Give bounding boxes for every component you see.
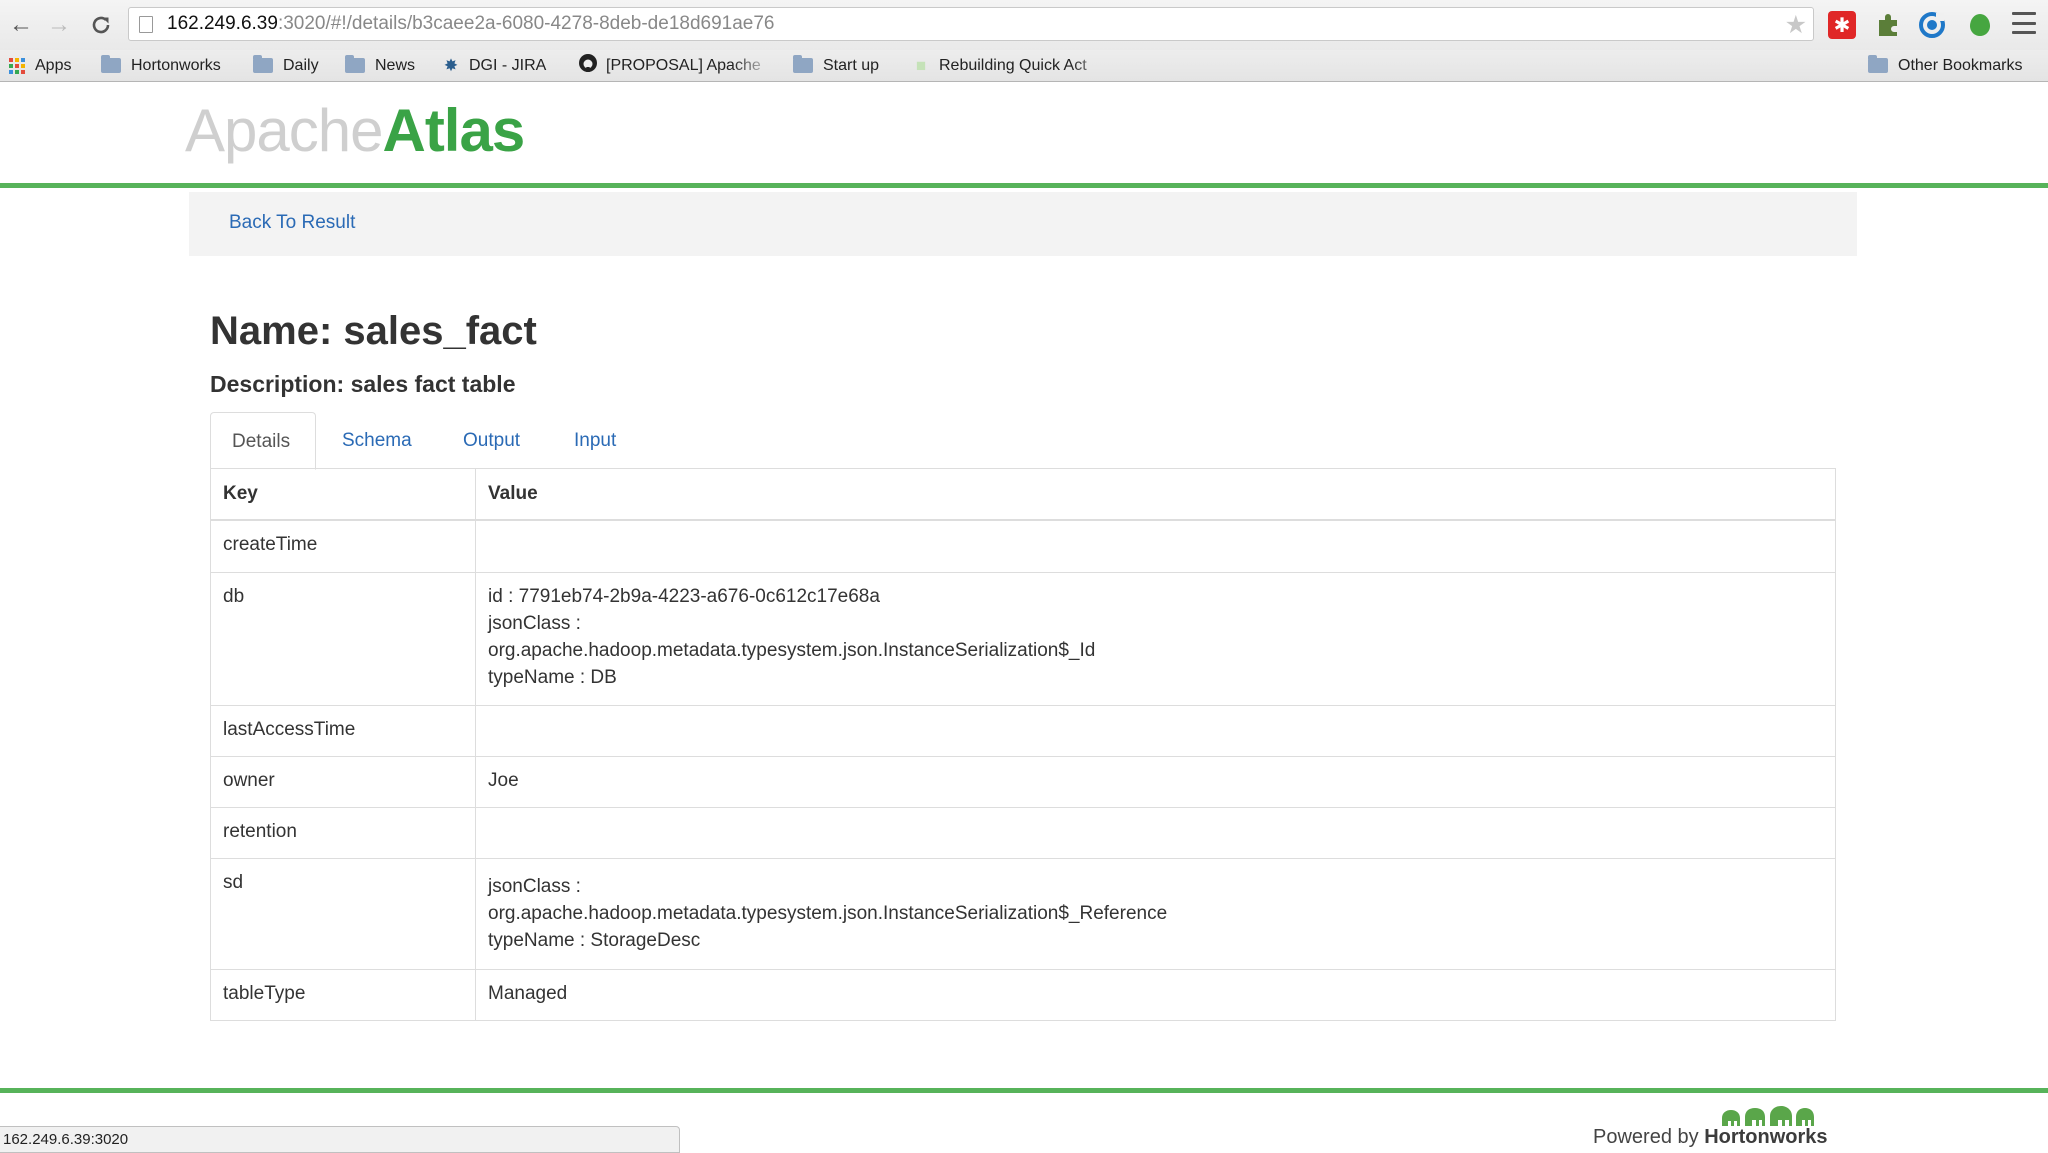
bookmark-news[interactable]: News xyxy=(345,50,415,81)
row-key: sd xyxy=(211,859,476,969)
header-divider xyxy=(0,183,2048,188)
table-row: createTime xyxy=(211,521,1835,572)
bookmark-start-up[interactable]: Start up xyxy=(793,50,879,81)
row-key: lastAccessTime xyxy=(211,706,476,756)
page-icon xyxy=(139,16,153,33)
entity-description: Description: sales fact table xyxy=(210,371,516,397)
back-to-result-link[interactable]: Back To Result xyxy=(229,212,355,234)
jira-icon: ✸ xyxy=(443,55,459,75)
row-value: Managed xyxy=(488,983,568,1004)
row-key: tableType xyxy=(211,970,476,1020)
bookmark-hortonworks[interactable]: Hortonworks xyxy=(101,50,221,81)
back-arrow-icon[interactable]: ← xyxy=(6,10,36,40)
bookmark-other-bookmarks[interactable]: Other Bookmarks xyxy=(1868,50,2022,81)
table-row: db id : 7791eb74-2b9a-4223-a676-0c612c17… xyxy=(211,572,1835,705)
row-value: id : 7791eb74-2b9a-4223-a676-0c612c17e68… xyxy=(476,573,1835,705)
browser-menu-icon[interactable] xyxy=(2012,12,2036,34)
folder-icon xyxy=(793,55,813,73)
table-row: retention xyxy=(211,807,1835,858)
details-table: Key Value createTime db id : 7791eb74-2b… xyxy=(210,468,1836,1021)
page-favicon-icon: ■ xyxy=(915,55,927,75)
row-value xyxy=(476,521,1835,572)
extension-puzzle-icon[interactable] xyxy=(1874,11,1902,39)
bookmark-label: Apps xyxy=(35,56,72,74)
extension-refresh-icon[interactable] xyxy=(1918,11,1946,39)
address-bar-url: 162.249.6.39:3020/#!/details/b3caee2a-60… xyxy=(167,13,775,34)
row-key: retention xyxy=(211,808,476,858)
folder-icon xyxy=(101,55,121,73)
value-line: typeName : DB xyxy=(488,667,617,688)
reload-icon[interactable] xyxy=(86,10,116,40)
tab-details[interactable]: Details xyxy=(210,412,316,470)
value-line: id : 7791eb74-2b9a-4223-a676-0c612c17e68… xyxy=(488,586,880,607)
bookmark-label: Start up xyxy=(823,56,880,74)
bookmark-proposal-apache[interactable]: [PROPOSAL] Apache xyxy=(578,50,774,81)
table-row: tableType Managed xyxy=(211,969,1835,1020)
value-line: org.apache.hadoop.metadata.typesystem.js… xyxy=(488,640,1096,661)
bookmark-star-icon[interactable]: ★ xyxy=(1785,10,1807,40)
table-header-row: Key Value xyxy=(211,469,1835,521)
bookmark-dgi-jira[interactable]: ✸ DGI - JIRA xyxy=(441,50,546,81)
bookmark-label: Daily xyxy=(283,56,319,74)
evernote-icon[interactable] xyxy=(1966,11,1994,39)
bookmark-label: Rebuilding Quick Act xyxy=(939,56,1087,74)
row-key: owner xyxy=(211,757,476,807)
bookmark-apps[interactable]: Apps xyxy=(9,50,71,81)
forward-arrow-icon[interactable]: → xyxy=(44,10,74,40)
row-value: jsonClass : org.apache.hadoop.metadata.t… xyxy=(476,859,1835,969)
logo-atlas-text: Atlas xyxy=(382,97,526,164)
value-line: jsonClass : xyxy=(488,876,581,897)
bookmark-rebuilding-quick-act[interactable]: ■ Rebuilding Quick Act xyxy=(911,50,1115,81)
powered-by-footer[interactable]: Powered by Hortonworks xyxy=(1593,1126,1828,1149)
tab-output[interactable]: Output xyxy=(463,412,520,469)
hortonworks-elephants-logo xyxy=(1722,1106,1814,1126)
address-bar[interactable]: 162.249.6.39:3020/#!/details/b3caee2a-60… xyxy=(128,7,1814,41)
bookmarks-bar: Apps Hortonworks Daily News ✸ DGI - JIRA… xyxy=(0,50,2048,82)
value-line: jsonClass : xyxy=(488,613,581,634)
bookmark-label: DGI - JIRA xyxy=(469,56,547,74)
column-header-key: Key xyxy=(211,469,476,519)
row-value xyxy=(476,706,1835,756)
tab-input[interactable]: Input xyxy=(574,412,616,469)
tab-schema[interactable]: Schema xyxy=(342,412,412,469)
bookmark-label: [PROPOSAL] Apache xyxy=(606,56,761,74)
column-header-value: Value xyxy=(488,483,538,504)
browser-toolbar: ← → 162.249.6.39:3020/#!/details/b3caee2… xyxy=(0,0,2048,50)
browser-status-bubble: 162.249.6.39:3020 xyxy=(0,1126,680,1153)
value-line: typeName : StorageDesc xyxy=(488,930,701,951)
apache-atlas-logo[interactable]: ApacheAtlas xyxy=(185,96,526,166)
table-row: owner Joe xyxy=(211,756,1835,807)
row-key: createTime xyxy=(211,521,476,572)
extension-red-icon[interactable]: ✱ xyxy=(1828,11,1856,39)
table-row: sd jsonClass : org.apache.hadoop.metadat… xyxy=(211,858,1835,969)
row-key: db xyxy=(211,573,476,705)
table-row: lastAccessTime xyxy=(211,705,1835,756)
value-line: org.apache.hadoop.metadata.typesystem.js… xyxy=(488,903,1168,924)
apps-grid-icon xyxy=(9,57,25,74)
logo-apache-text: Apache xyxy=(185,97,383,164)
powered-by-text: Powered by xyxy=(1593,1126,1699,1148)
folder-icon xyxy=(253,55,273,73)
folder-icon xyxy=(1868,55,1888,73)
footer-divider xyxy=(0,1088,2048,1093)
folder-icon xyxy=(345,55,365,73)
row-value xyxy=(476,808,1835,858)
bookmark-label: Other Bookmarks xyxy=(1898,56,2023,74)
bookmark-label: Hortonworks xyxy=(131,56,221,74)
bookmark-daily[interactable]: Daily xyxy=(253,50,319,81)
hortonworks-brand-text: Hortonworks xyxy=(1704,1126,1828,1148)
row-value: Joe xyxy=(488,770,519,791)
entity-name-heading: Name: sales_fact xyxy=(210,309,537,353)
github-icon xyxy=(578,53,598,78)
bookmark-label: News xyxy=(375,56,416,74)
back-panel: Back To Result xyxy=(189,192,1857,256)
